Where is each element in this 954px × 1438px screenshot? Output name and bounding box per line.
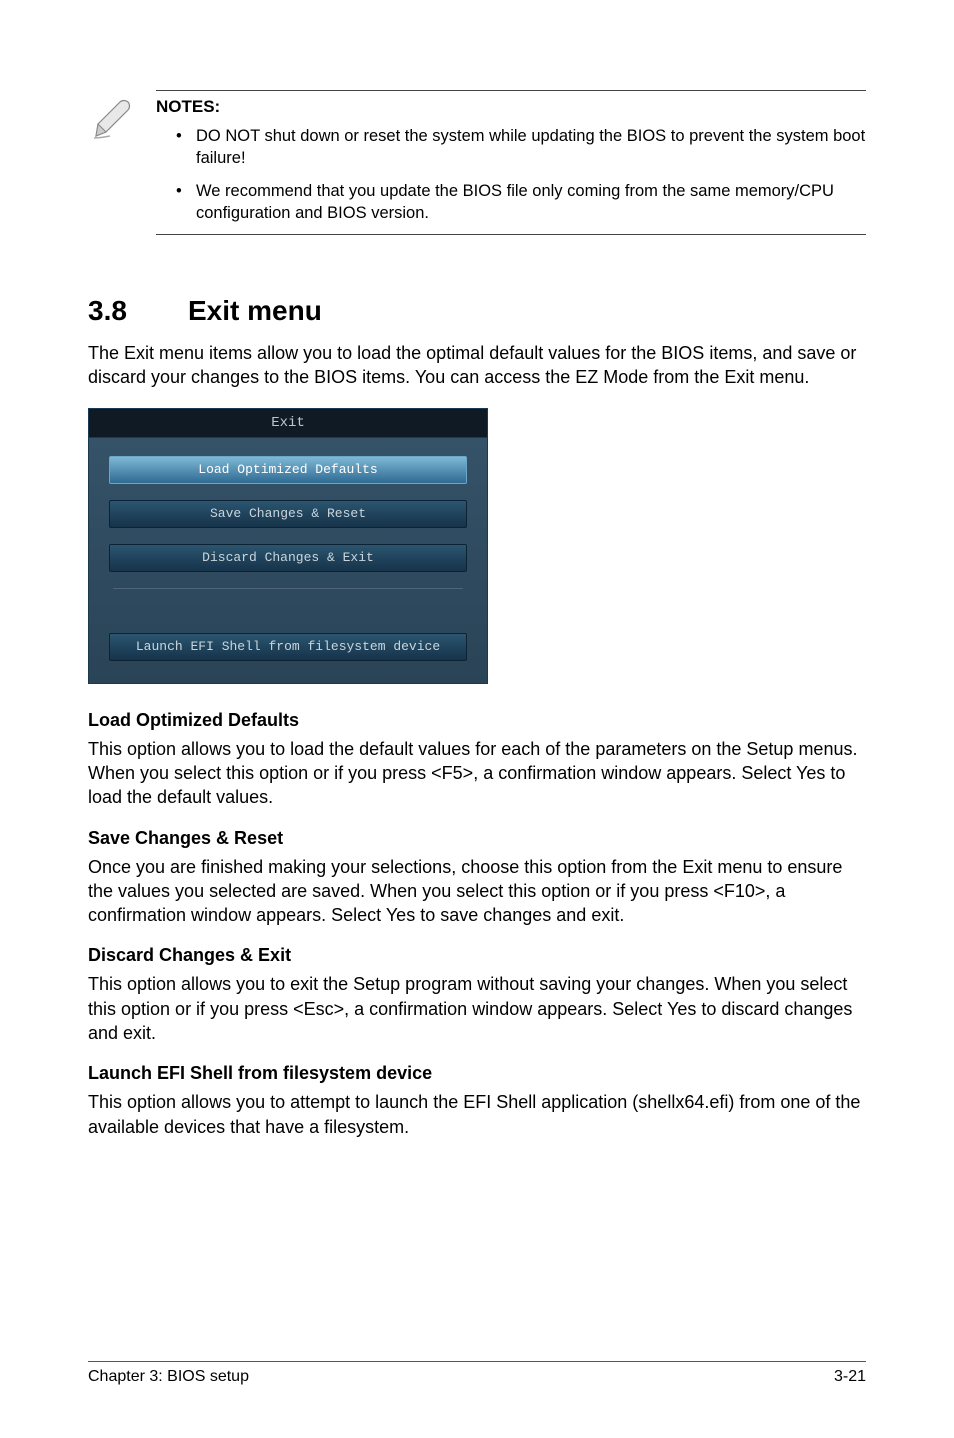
exit-dialog-title: Exit [89,409,487,438]
footer-chapter: Chapter 3: BIOS setup [88,1368,249,1386]
footer-rule [88,1361,866,1362]
exit-dialog: Exit Load Optimized Defaults Save Change… [88,408,488,684]
section-heading: 3.8Exit menu [88,295,866,327]
footer-page-number: 3-21 [834,1368,866,1386]
save-changes-reset-button[interactable]: Save Changes & Reset [109,500,467,528]
section-intro: The Exit menu items allow you to load th… [88,341,866,390]
load-optimized-defaults-button[interactable]: Load Optimized Defaults [109,456,467,484]
notes-heading: NOTES: [156,97,866,117]
save-changes-reset-heading: Save Changes & Reset [88,828,866,849]
notes-item: DO NOT shut down or reset the system whi… [176,125,866,170]
page-footer: Chapter 3: BIOS setup 3-21 [88,1361,866,1386]
launch-efi-shell-text: This option allows you to attempt to lau… [88,1090,866,1139]
notes-block: NOTES: DO NOT shut down or reset the sys… [88,90,866,235]
dialog-divider [113,588,463,589]
discard-changes-exit-heading: Discard Changes & Exit [88,945,866,966]
notes-item: We recommend that you update the BIOS fi… [176,180,866,225]
save-changes-reset-text: Once you are finished making your select… [88,855,866,928]
discard-changes-exit-text: This option allows you to exit the Setup… [88,972,866,1045]
load-optimized-defaults-heading: Load Optimized Defaults [88,710,866,731]
section-title: Exit menu [188,295,322,326]
load-optimized-defaults-text: This option allows you to load the defau… [88,737,866,810]
note-pen-icon [88,90,138,149]
notes-content: NOTES: DO NOT shut down or reset the sys… [156,90,866,235]
discard-changes-exit-button[interactable]: Discard Changes & Exit [109,544,467,572]
section-number: 3.8 [88,295,188,327]
launch-efi-shell-button[interactable]: Launch EFI Shell from filesystem device [109,633,467,661]
exit-dialog-body: Load Optimized Defaults Save Changes & R… [89,438,487,669]
launch-efi-shell-heading: Launch EFI Shell from filesystem device [88,1063,866,1084]
